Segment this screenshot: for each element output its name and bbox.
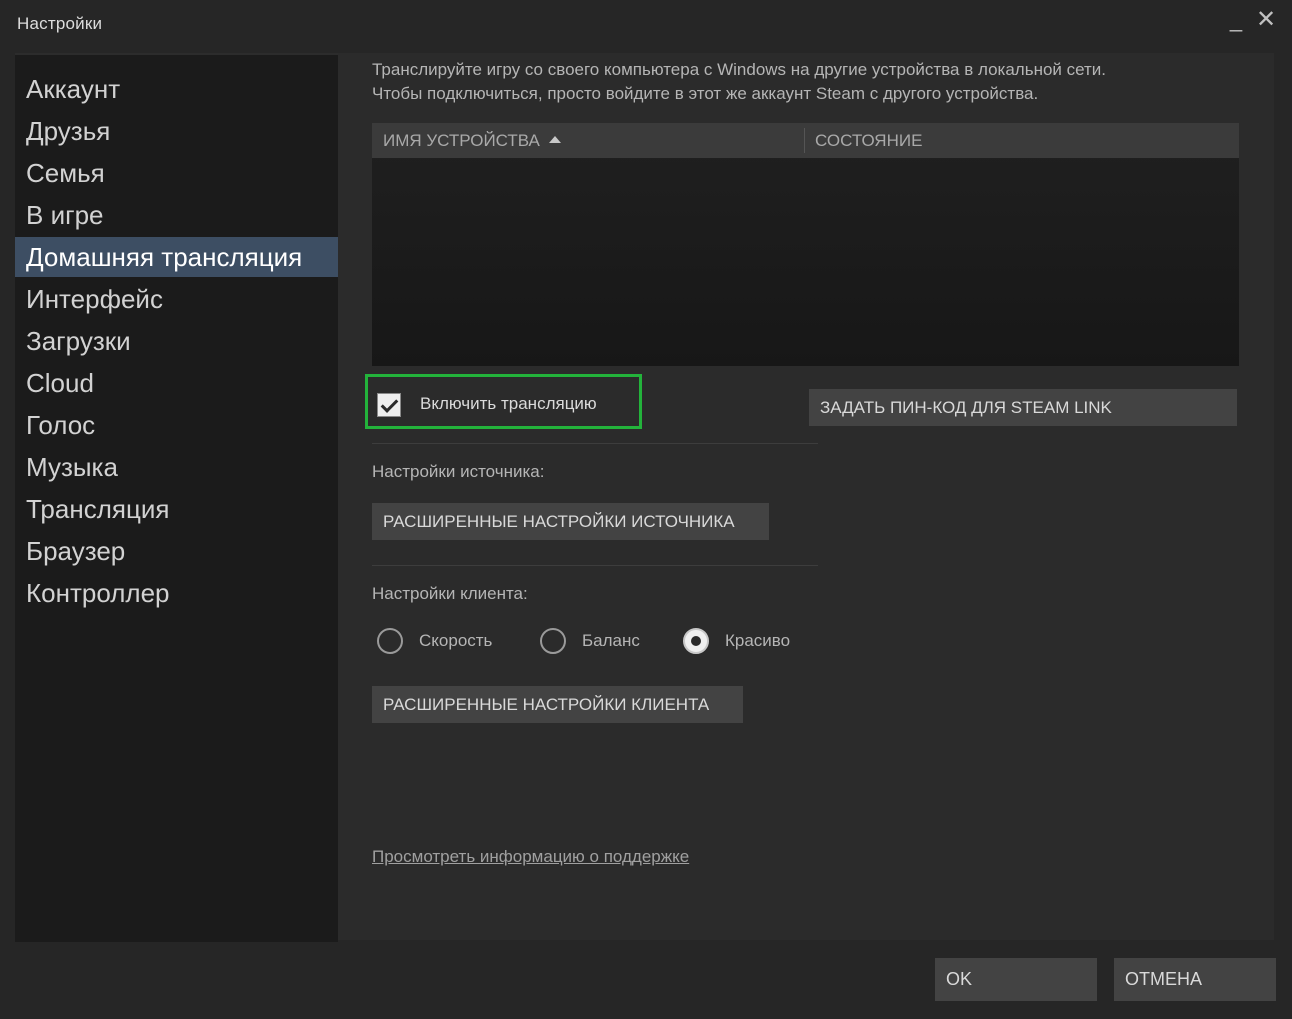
sidebar-item-browser[interactable]: Браузер [15, 531, 338, 571]
settings-window: Настройки _ ✕ Аккаунт Друзья Семья В игр… [0, 0, 1292, 1019]
close-icon[interactable]: ✕ [1253, 6, 1279, 34]
description-line-1: Транслируйте игру со своего компьютера с… [372, 60, 1107, 79]
sidebar-item-broadcasting[interactable]: Трансляция [15, 489, 338, 529]
devices-table-header: ИМЯ УСТРОЙСТВА СОСТОЯНИЕ [372, 123, 1239, 158]
ok-button[interactable]: OK [935, 958, 1097, 1001]
panel-description: Транслируйте игру со своего компьютера с… [372, 58, 1262, 106]
sidebar-item-friends[interactable]: Друзья [15, 111, 338, 151]
radio-speed-label[interactable]: Скорость [419, 631, 492, 651]
title-bar[interactable]: Настройки _ ✕ [0, 0, 1292, 50]
sidebar-item-voice[interactable]: Голос [15, 405, 338, 445]
set-steam-link-pin-button[interactable]: ЗАДАТЬ ПИН-КОД ДЛЯ STEAM LINK [809, 389, 1237, 426]
sidebar-item-remote-play[interactable]: Домашняя трансляция [15, 237, 338, 277]
advanced-client-settings-button[interactable]: РАСШИРЕННЫЕ НАСТРОЙКИ КЛИЕНТА [372, 686, 743, 723]
sidebar-item-account[interactable]: Аккаунт [15, 69, 338, 109]
radio-beautiful[interactable] [683, 628, 709, 654]
sidebar-item-downloads[interactable]: Загрузки [15, 321, 338, 361]
sidebar-item-controller[interactable]: Контроллер [15, 573, 338, 613]
sidebar-item-interface[interactable]: Интерфейс [15, 279, 338, 319]
radio-beautiful-label[interactable]: Красиво [725, 631, 790, 651]
cancel-button[interactable]: ОТМЕНА [1114, 958, 1276, 1001]
radio-speed[interactable] [377, 628, 403, 654]
source-settings-label: Настройки источника: [372, 462, 545, 481]
radio-balanced[interactable] [540, 628, 566, 654]
window-title: Настройки [17, 14, 103, 33]
sidebar-item-in-game[interactable]: В игре [15, 195, 338, 235]
checkmark-icon [380, 395, 399, 413]
sort-ascending-icon [548, 136, 561, 143]
remote-play-panel: Транслируйте игру со своего компьютера с… [338, 53, 1274, 940]
minimize-icon[interactable]: _ [1223, 6, 1249, 34]
divider [372, 443, 818, 444]
radio-balanced-label[interactable]: Баланс [582, 631, 640, 651]
settings-sidebar: Аккаунт Друзья Семья В игре Домашняя тра… [15, 53, 338, 942]
sidebar-item-music[interactable]: Музыка [15, 447, 338, 487]
column-device-name-label: ИМЯ УСТРОЙСТВА [383, 131, 540, 150]
sidebar-item-cloud[interactable]: Cloud [15, 363, 338, 403]
sidebar-item-family[interactable]: Семья [15, 153, 338, 193]
support-info-link[interactable]: Просмотреть информацию о поддержке [372, 847, 689, 867]
radio-selected-dot [691, 636, 701, 646]
column-status[interactable]: СОСТОЯНИЕ [815, 123, 922, 158]
enable-streaming-checkbox[interactable] [377, 393, 401, 417]
divider [372, 565, 818, 566]
devices-table[interactable]: ИМЯ УСТРОЙСТВА СОСТОЯНИЕ [372, 123, 1239, 366]
advanced-source-settings-button[interactable]: РАСШИРЕННЫЕ НАСТРОЙКИ ИСТОЧНИКА [372, 503, 769, 540]
column-divider[interactable] [804, 128, 805, 153]
column-device-name[interactable]: ИМЯ УСТРОЙСТВА [383, 123, 561, 158]
description-line-2: Чтобы подключиться, просто войдите в это… [372, 84, 1039, 103]
client-settings-label: Настройки клиента: [372, 584, 528, 603]
enable-streaming-label[interactable]: Включить трансляцию [420, 394, 597, 414]
